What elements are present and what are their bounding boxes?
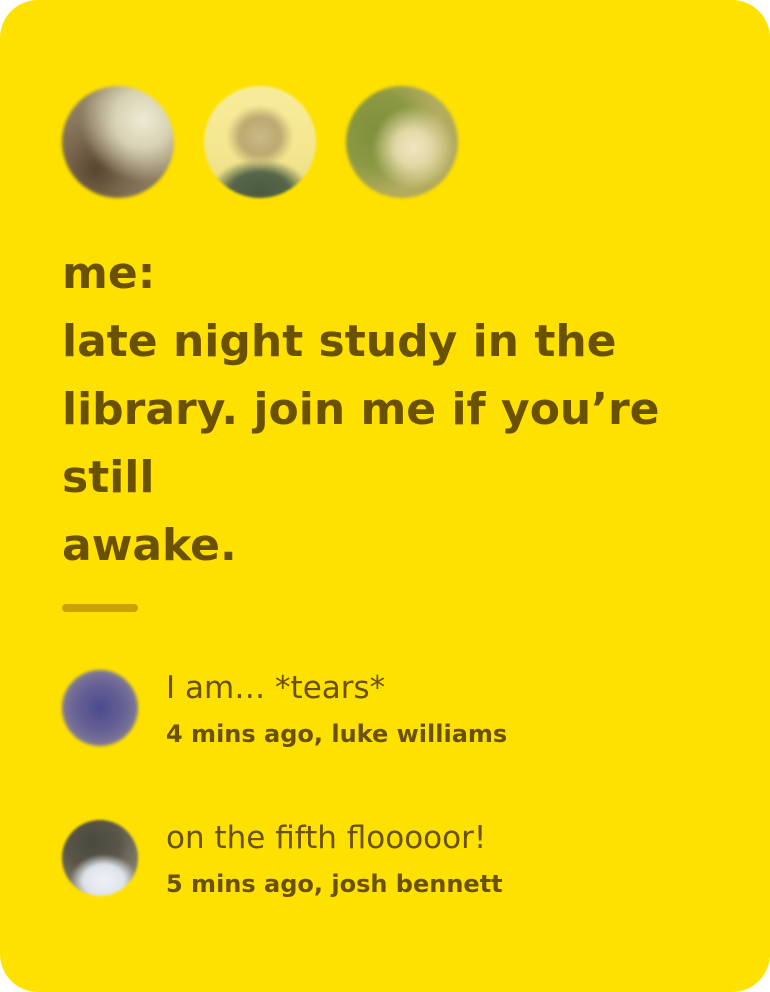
post-card: me: late night study in the library. joi…	[0, 0, 770, 992]
divider	[62, 604, 138, 612]
comment-meta: 5 mins ago, josh bennett	[166, 870, 503, 898]
participant-avatar-1[interactable]	[62, 86, 174, 198]
post-message-line: late night study in the	[62, 316, 617, 367]
participant-avatar-2[interactable]	[204, 86, 316, 198]
post-message-line: still	[62, 452, 155, 503]
commenter-avatar[interactable]	[62, 670, 138, 746]
commenter-avatar[interactable]	[62, 820, 138, 896]
comment-meta: 4 mins ago, luke williams	[166, 720, 508, 748]
comment-item[interactable]: I am… *tears* 4 mins ago, luke williams	[62, 668, 702, 748]
comment-text: on the fifth flooooor!	[166, 820, 487, 856]
post-message-line: library. join me if you’re	[62, 384, 660, 435]
participant-avatars	[62, 86, 458, 198]
post-message: me: late night study in the library. joi…	[62, 240, 702, 580]
post-message-line: awake.	[62, 520, 237, 571]
comment-text: I am… *tears*	[166, 670, 386, 706]
comment-item[interactable]: on the fifth flooooor! 5 mins ago, josh …	[62, 818, 702, 898]
post-author-label: me:	[62, 248, 156, 299]
participant-avatar-3[interactable]	[346, 86, 458, 198]
